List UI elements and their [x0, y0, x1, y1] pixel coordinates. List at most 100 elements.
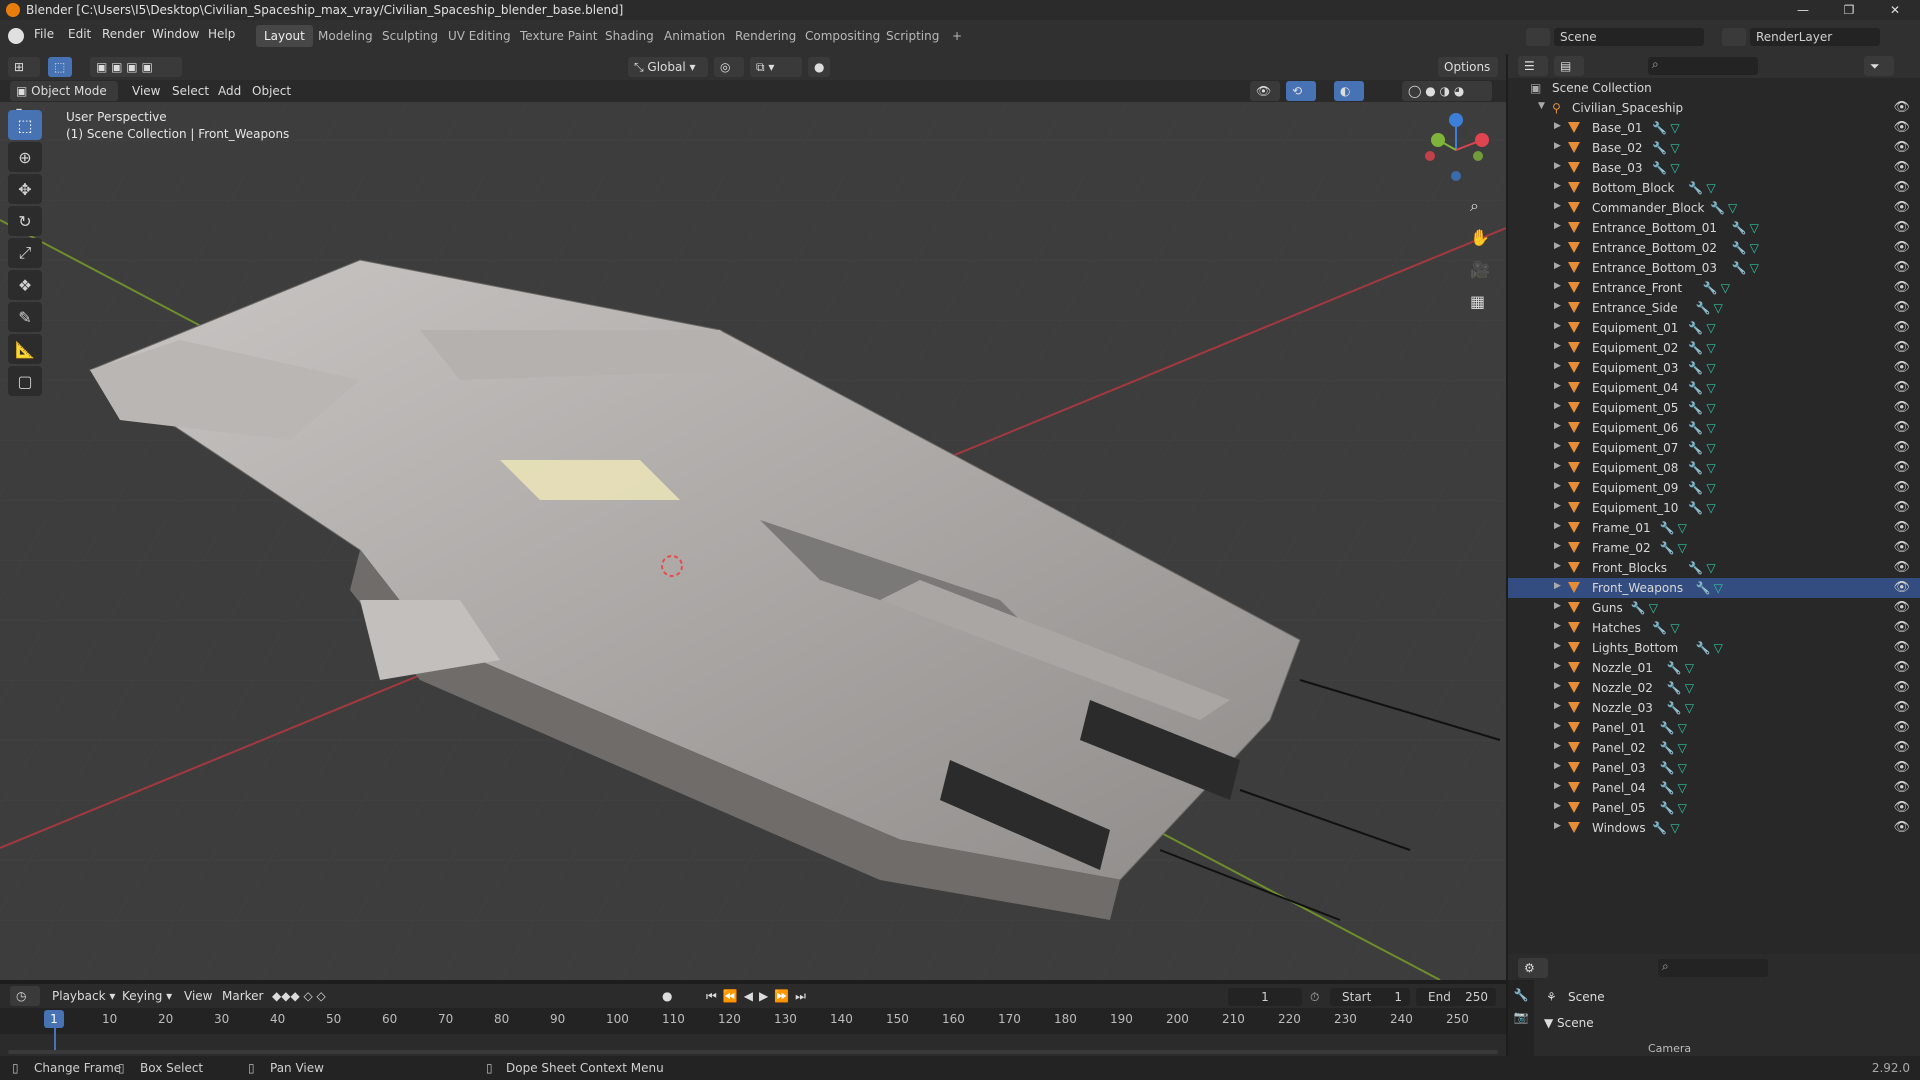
- eye-icon[interactable]: 👁: [1893, 520, 1910, 535]
- menu-object[interactable]: Object: [252, 81, 291, 101]
- menu-view[interactable]: View: [132, 81, 160, 101]
- modifier-wrench-icon[interactable]: 🔧: [1688, 321, 1703, 335]
- ortho-toggle-icon[interactable]: ▦: [1470, 292, 1485, 311]
- move-tool-icon[interactable]: ✥: [8, 174, 42, 204]
- mesh-data-icon[interactable]: ▽: [1685, 681, 1694, 695]
- eye-icon[interactable]: 👁: [1893, 680, 1910, 695]
- select-box-tool-icon[interactable]: ⬚: [8, 110, 42, 140]
- eye-icon[interactable]: 👁: [1893, 780, 1910, 795]
- expand-icon[interactable]: ▶: [1554, 441, 1561, 451]
- eye-icon[interactable]: 👁: [1893, 360, 1910, 375]
- mesh-data-icon[interactable]: ▽: [1678, 741, 1687, 755]
- tab-texture-paint[interactable]: Texture Paint: [512, 25, 605, 47]
- eye-icon[interactable]: 👁: [1893, 720, 1910, 735]
- modifier-wrench-icon[interactable]: 🔧: [1667, 701, 1682, 715]
- mesh-data-icon[interactable]: ▽: [1685, 701, 1694, 715]
- timeline-editor-icon[interactable]: ◷: [10, 986, 40, 1006]
- expand-icon[interactable]: ▶: [1554, 821, 1561, 831]
- overlay-icon[interactable]: ◐: [1334, 81, 1364, 101]
- mesh-data-icon[interactable]: ▽: [1670, 621, 1679, 635]
- eye-icon[interactable]: 👁: [1893, 240, 1910, 255]
- modifier-wrench-icon[interactable]: 🔧: [1667, 661, 1682, 675]
- outliner-object-row[interactable]: ▶ Lights_Bottom 🔧 ▽ 👁: [1508, 638, 1920, 658]
- eye-icon[interactable]: 👁: [1893, 600, 1910, 615]
- rotate-tool-icon[interactable]: ↻: [8, 206, 42, 236]
- mesh-data-icon[interactable]: ▽: [1706, 401, 1715, 415]
- outliner-root[interactable]: ▣ Scene Collection: [1508, 78, 1920, 98]
- proportional-edit-icon[interactable]: ●: [808, 57, 830, 77]
- 3d-viewport[interactable]: User Perspective (1) Scene Collection | …: [0, 80, 1506, 980]
- outliner-object-row[interactable]: ▶ Entrance_Bottom_01 🔧 ▽ 👁: [1508, 218, 1920, 238]
- menu-view-timeline[interactable]: View: [184, 986, 212, 1006]
- outliner-object-row[interactable]: ▶ Base_01 🔧 ▽ 👁: [1508, 118, 1920, 138]
- modifier-wrench-icon[interactable]: 🔧: [1688, 441, 1703, 455]
- outliner-object-row[interactable]: ▶ Nozzle_01 🔧 ▽ 👁: [1508, 658, 1920, 678]
- outliner-object-row[interactable]: ▶ Frame_01 🔧 ▽ 👁: [1508, 518, 1920, 538]
- expand-icon[interactable]: ▶: [1554, 241, 1561, 251]
- eye-icon[interactable]: 👁: [1893, 800, 1910, 815]
- outliner-search-input[interactable]: ⌕: [1648, 57, 1758, 75]
- tab-animation[interactable]: Animation: [656, 25, 733, 47]
- expand-icon[interactable]: ▶: [1554, 541, 1561, 551]
- expand-icon[interactable]: ▶: [1554, 321, 1561, 331]
- pan-hand-icon[interactable]: ✋: [1470, 228, 1490, 247]
- outliner-object-row[interactable]: ▶ Nozzle_02 🔧 ▽ 👁: [1508, 678, 1920, 698]
- gizmo-icon[interactable]: ⟲: [1286, 81, 1316, 101]
- transform-tool-icon[interactable]: ❖: [8, 270, 42, 300]
- expand-icon[interactable]: ▶: [1554, 741, 1561, 751]
- outliner-object-row[interactable]: ▶ Equipment_10 🔧 ▽ 👁: [1508, 498, 1920, 518]
- outliner-object-row[interactable]: ▶ Equipment_08 🔧 ▽ 👁: [1508, 458, 1920, 478]
- mesh-data-icon[interactable]: ▽: [1706, 361, 1715, 375]
- menu-marker[interactable]: Marker: [222, 986, 263, 1006]
- modifier-wrench-icon[interactable]: 🔧: [1652, 141, 1667, 155]
- eye-icon[interactable]: 👁: [1893, 440, 1910, 455]
- eye-icon[interactable]: 👁: [1893, 140, 1910, 155]
- outliner-editor-icon[interactable]: ☰: [1518, 56, 1548, 76]
- modifier-wrench-icon[interactable]: 🔧: [1660, 801, 1675, 815]
- mesh-data-icon[interactable]: ▽: [1706, 181, 1715, 195]
- display-mode-icon[interactable]: ▤: [1554, 56, 1584, 76]
- modifier-wrench-icon[interactable]: 🔧: [1667, 681, 1682, 695]
- mesh-data-icon[interactable]: ▽: [1706, 461, 1715, 475]
- expand-icon[interactable]: ▶: [1554, 681, 1561, 691]
- eye-icon[interactable]: 👁: [1893, 760, 1910, 775]
- snap-icon[interactable]: ⧉ ▾: [750, 57, 802, 77]
- annotate-tool-icon[interactable]: ✎: [8, 302, 42, 332]
- eye-icon[interactable]: 👁: [1893, 460, 1910, 475]
- current-frame-field[interactable]: 1: [1228, 988, 1302, 1006]
- mesh-data-icon[interactable]: ▽: [1706, 341, 1715, 355]
- outliner-object-row[interactable]: ▶ Front_Blocks 🔧 ▽ 👁: [1508, 558, 1920, 578]
- navigation-gizmo[interactable]: [1416, 110, 1496, 190]
- tab-sculpting[interactable]: Sculpting: [374, 25, 446, 47]
- eye-icon[interactable]: 👁: [1893, 580, 1910, 595]
- menu-edit[interactable]: Edit: [68, 27, 91, 41]
- menu-file[interactable]: File: [34, 27, 54, 41]
- eye-icon[interactable]: 👁: [1893, 180, 1910, 195]
- outliner-object-row[interactable]: ▶ Base_02 🔧 ▽ 👁: [1508, 138, 1920, 158]
- expand-icon[interactable]: ▶: [1554, 781, 1561, 791]
- modifier-wrench-icon[interactable]: 🔧: [1696, 581, 1711, 595]
- eye-icon[interactable]: 👁: [1893, 340, 1910, 355]
- outliner-object-row[interactable]: ▶ Frame_02 🔧 ▽ 👁: [1508, 538, 1920, 558]
- modifier-wrench-icon[interactable]: 🔧: [1631, 601, 1646, 615]
- outliner-object-row[interactable]: ▶ Guns 🔧 ▽ 👁: [1508, 598, 1920, 618]
- eye-icon[interactable]: 👁: [1893, 560, 1910, 575]
- modifier-wrench-icon[interactable]: 🔧: [1688, 501, 1703, 515]
- mesh-data-icon[interactable]: ▽: [1706, 381, 1715, 395]
- filter-icon[interactable]: ⏷: [1864, 56, 1894, 76]
- modifier-wrench-icon[interactable]: 🔧: [1652, 821, 1667, 835]
- outliner-object-row[interactable]: ▶ Equipment_02 🔧 ▽ 👁: [1508, 338, 1920, 358]
- outliner-object-row[interactable]: ▶ Entrance_Side 🔧 ▽ 👁: [1508, 298, 1920, 318]
- mesh-data-icon[interactable]: ▽: [1670, 141, 1679, 155]
- modifier-wrench-icon[interactable]: 🔧: [1688, 361, 1703, 375]
- close-button[interactable]: ✕: [1872, 0, 1918, 20]
- blender-menu-icon[interactable]: [8, 28, 24, 44]
- eye-icon[interactable]: 👁: [1893, 380, 1910, 395]
- mesh-data-icon[interactable]: ▽: [1728, 201, 1737, 215]
- mesh-data-icon[interactable]: ▽: [1678, 721, 1687, 735]
- pivot-icon[interactable]: ◎: [714, 57, 744, 77]
- expand-icon[interactable]: ▶: [1554, 661, 1561, 671]
- scene-field[interactable]: Scene: [1554, 28, 1704, 46]
- modifier-wrench-icon[interactable]: 🔧: [1696, 641, 1711, 655]
- editor-type-icon[interactable]: ⊞: [8, 57, 40, 77]
